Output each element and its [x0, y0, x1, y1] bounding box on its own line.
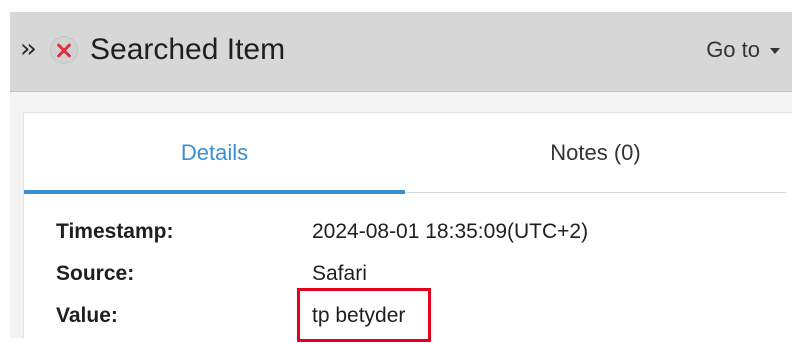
- source-label: Source:: [56, 262, 135, 285]
- double-chevron-right-icon[interactable]: ››: [20, 34, 37, 64]
- tab-bar: Details Notes (0): [24, 113, 786, 194]
- close-circle-icon[interactable]: [50, 36, 78, 64]
- timestamp-value: 2024-08-01 18:35:09(UTC+2): [312, 220, 589, 243]
- timestamp-label: Timestamp:: [56, 220, 174, 243]
- value-label: Value:: [56, 304, 118, 327]
- tab-notes[interactable]: Notes (0): [405, 113, 786, 193]
- page-title: Searched Item: [90, 33, 286, 66]
- red-highlight-box: [297, 288, 431, 342]
- tab-details[interactable]: Details: [24, 113, 405, 194]
- detail-row-timestamp: Timestamp: 2024-08-01 18:35:09(UTC+2): [56, 217, 756, 259]
- item-header: ›› Searched Item Go to: [10, 12, 792, 92]
- caret-down-icon: [770, 48, 780, 54]
- page-margin: [0, 0, 10, 338]
- go-to-dropdown[interactable]: Go to: [706, 36, 780, 64]
- go-to-label: Go to: [706, 37, 760, 62]
- source-value: Safari: [312, 262, 367, 285]
